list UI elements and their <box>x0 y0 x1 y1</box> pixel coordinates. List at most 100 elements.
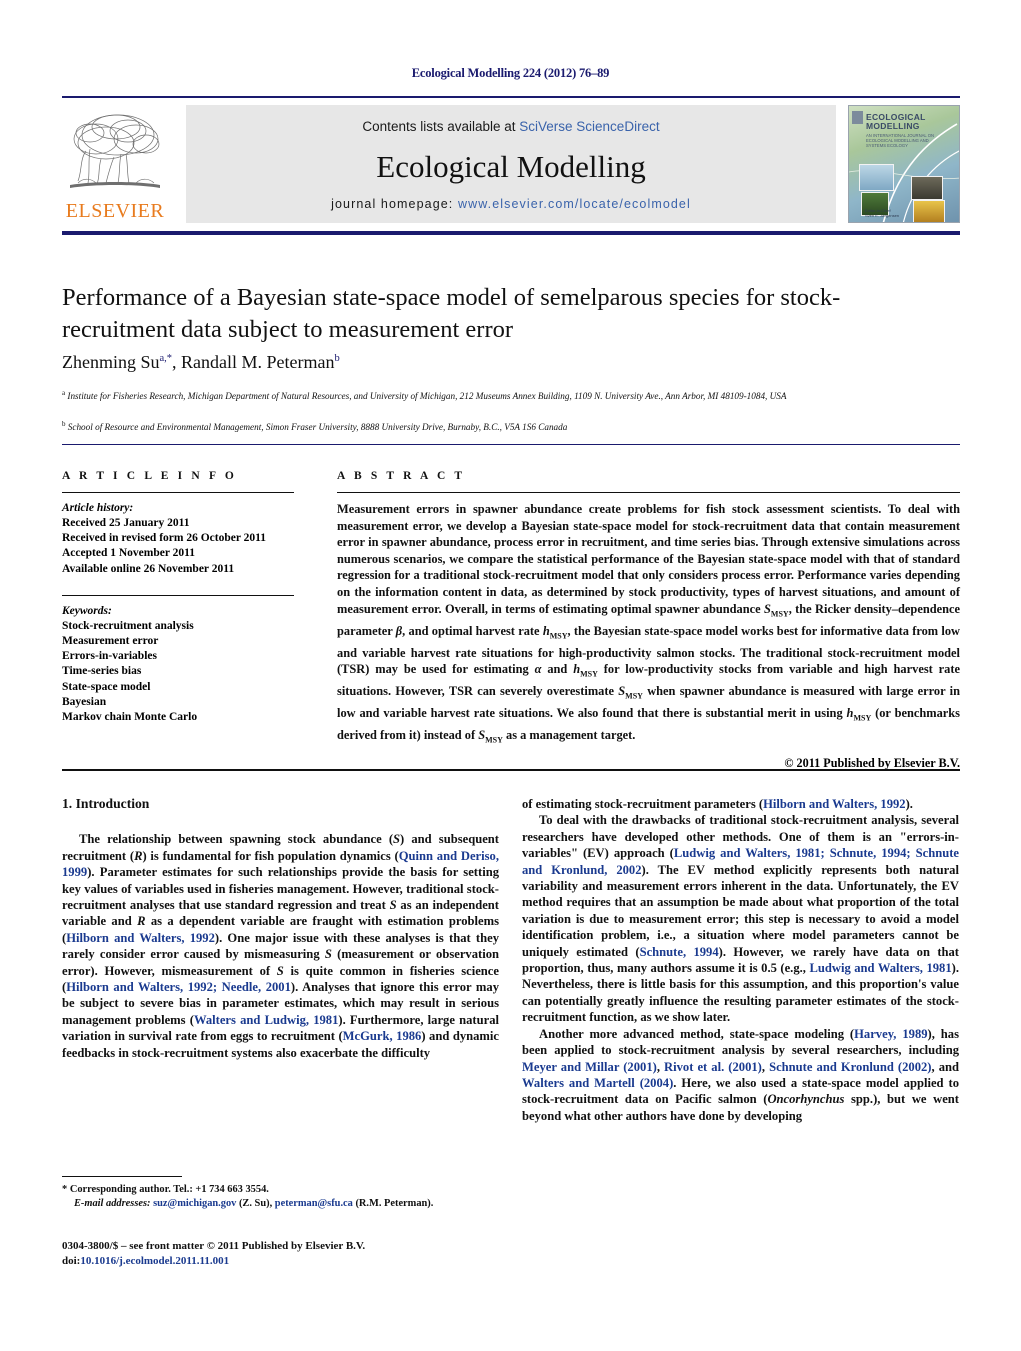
article-info-rule <box>62 492 294 493</box>
body-paragraph: Another more advanced method, state-spac… <box>522 1026 959 1123</box>
cover-footer: Editor-in-Chief Sven E. Jørgensen <box>865 208 899 218</box>
affiliation-a-text: Institute for Fisheries Research, Michig… <box>67 391 787 402</box>
math-italic: Oncorhynchus <box>767 1092 845 1107</box>
email-link-2[interactable]: peterman@sfu.ca <box>275 1198 353 1209</box>
article-history-item: Accepted 1 November 2011 <box>62 547 195 560</box>
doi-line: doi:10.1016/j.ecolmodel.2011.11.001 <box>62 1254 522 1269</box>
abstract-bottom-rule <box>62 769 960 771</box>
math-italic: α <box>534 662 542 677</box>
email-link-1[interactable]: suz@michigan.gov <box>153 1198 236 1209</box>
abstract-text: Measurement errors in spawner abundance … <box>337 502 960 745</box>
issn-front-matter: 0304-3800/$ – see front matter © 2011 Pu… <box>62 1240 366 1252</box>
author-1-affil-marker: a,* <box>159 353 173 364</box>
corresponding-text: Corresponding author. Tel.: +1 734 663 3… <box>69 1184 269 1195</box>
doi-link[interactable]: 10.1016/j.ecolmodel.2011.11.001 <box>80 1255 229 1267</box>
keywords-list: Stock-recruitment analysis Measurement er… <box>62 619 294 725</box>
math-italic: S <box>393 832 401 847</box>
cover-footer-line2: Sven E. Jørgensen <box>865 213 900 218</box>
body-paragraph: To deal with the drawbacks of traditiona… <box>522 813 960 1025</box>
header-rule <box>62 96 960 98</box>
keywords-rule <box>62 594 294 596</box>
masthead-bottom-rule <box>62 231 960 235</box>
body-paragraph: of estimating stock-recruitment paramete… <box>522 797 913 811</box>
citation-link[interactable]: Meyer and Millar (2001) <box>522 1060 657 1074</box>
subscript: MSY <box>485 735 503 745</box>
keyword-item: Stock-recruitment analysis <box>62 619 194 632</box>
keyword-item: Bayesian <box>62 695 107 708</box>
keyword-item: Time-series bias <box>62 665 142 678</box>
corresponding-author-footnote: * Corresponding author. Tel.: +1 734 663… <box>62 1183 499 1211</box>
elsevier-tree-icon <box>70 114 160 188</box>
journal-cover-thumbnail: ECOLOGICAL MODELLING AN INTERNATIONAL JO… <box>848 105 960 223</box>
citation-link[interactable]: McGurk, 1986 <box>343 1029 422 1043</box>
author-2-affil-marker: b <box>334 353 340 364</box>
corresponding-marker: * <box>62 1184 68 1195</box>
introduction-left-text: The relationship between spawning stock … <box>62 831 499 1061</box>
citation-link[interactable]: Schnute, 1994 <box>640 945 719 959</box>
imprint-block: 0304-3800/$ – see front matter © 2011 Pu… <box>62 1239 522 1269</box>
citation-link[interactable]: Hilborn and Walters, 1992 <box>763 797 906 811</box>
article-info-heading: A R T I C L E I N F O <box>62 470 237 482</box>
doi-label: doi: <box>62 1255 81 1267</box>
math-italic: R <box>137 914 146 929</box>
citation-link[interactable]: Quinn and Deriso, 1999 <box>62 849 499 879</box>
subscript: MSY <box>853 713 872 723</box>
citation-link[interactable]: Walters and Martell (2004) <box>522 1076 673 1090</box>
cover-photo-1 <box>859 164 894 191</box>
footnote-rule <box>62 1176 182 1177</box>
body-column-right: of estimating stock-recruitment paramete… <box>522 796 959 1124</box>
math-italic: R <box>134 848 143 863</box>
affiliation-b: b School of Resource and Environmental M… <box>62 418 960 434</box>
article-history-item: Received in revised form 26 October 2011 <box>62 532 266 545</box>
keyword-item: Measurement error <box>62 635 159 648</box>
affiliation-b-marker: b <box>62 420 66 428</box>
elsevier-logo: ELSEVIER <box>62 105 168 223</box>
keywords-label: Keywords: <box>62 604 112 617</box>
title-bottom-rule <box>62 444 960 445</box>
page-title: Performance of a Bayesian state-space mo… <box>62 284 841 343</box>
homepage-url-link[interactable]: www.elsevier.com/locate/ecolmodel <box>458 197 691 211</box>
paper-page: Ecological Modelling 224 (2012) 76–89 EL… <box>0 0 1021 1351</box>
citation-link[interactable]: Hilborn and Walters, 1992 <box>66 931 215 945</box>
journal-homepage-line: journal homepage: www.elsevier.com/locat… <box>186 197 836 211</box>
contents-line: Contents lists available at SciVerse Sci… <box>186 119 836 134</box>
article-history-list: Received 25 January 2011 Received in revi… <box>62 516 294 577</box>
author-2-name: , Randall M. Peterman <box>172 352 335 372</box>
abstract-column: A B S T R A C T Measurement errors in sp… <box>337 470 960 771</box>
math-italic: h <box>542 623 550 638</box>
citation-link[interactable]: Ludwig and Walters, 1981; Schnute, 1994;… <box>522 846 959 876</box>
abstract-rule <box>337 492 960 493</box>
email-line: E-mail addresses: suz@michigan.gov (Z. S… <box>62 1197 499 1211</box>
email-2-owner: (R.M. Peterman). <box>352 1198 434 1209</box>
subscript: MSY <box>580 669 598 679</box>
article-history-item: Received 25 January 2011 <box>62 517 190 529</box>
introduction-right-text: of estimating stock-recruitment paramete… <box>522 796 959 1124</box>
math-italic: β <box>395 623 403 638</box>
subscript: MSY <box>549 631 568 641</box>
citation-link[interactable]: Schnute and Kronlund (2002) <box>769 1060 931 1074</box>
elsevier-wordmark: ELSEVIER <box>65 200 165 222</box>
citation-link[interactable]: Harvey, 1989 <box>854 1027 927 1041</box>
affiliation-b-text: School of Resource and Environmental Man… <box>67 422 568 433</box>
keyword-item: Markov chain Monte Carlo <box>62 711 198 724</box>
cover-photo-3 <box>911 176 943 200</box>
citation-link[interactable]: Rivot et al. (2001) <box>664 1060 762 1074</box>
math-italic: S <box>389 898 397 913</box>
affiliation-a: a Institute for Fisheries Research, Mich… <box>62 387 960 403</box>
math-italic: S <box>324 947 332 962</box>
citation-link[interactable]: Hilborn and Walters, 1992; Needle, 2001 <box>66 980 291 994</box>
subscript: MSY <box>770 609 789 619</box>
subscript: MSY <box>625 691 643 701</box>
sciencedirect-link[interactable]: SciVerse ScienceDirect <box>519 119 659 134</box>
email-1-owner: (Z. Su), <box>236 1198 273 1209</box>
journal-band: Contents lists available at SciVerse Sci… <box>186 105 836 223</box>
keyword-item: Errors-in-variables <box>62 650 157 663</box>
keyword-item: State-space model <box>62 680 151 693</box>
journal-title: Ecological Modelling <box>376 149 646 184</box>
body-column-left: 1. Introduction The relationship between… <box>62 796 499 1061</box>
article-info-column: A R T I C L E I N F O Article history: R… <box>62 470 294 725</box>
citation-link[interactable]: Ludwig and Walters, 1981 <box>809 961 951 975</box>
article-history-item: Available online 26 November 2011 <box>62 562 235 575</box>
citation-link[interactable]: Walters and Ludwig, 1981 <box>194 1013 338 1027</box>
contents-prefix: Contents lists available at <box>362 119 520 134</box>
